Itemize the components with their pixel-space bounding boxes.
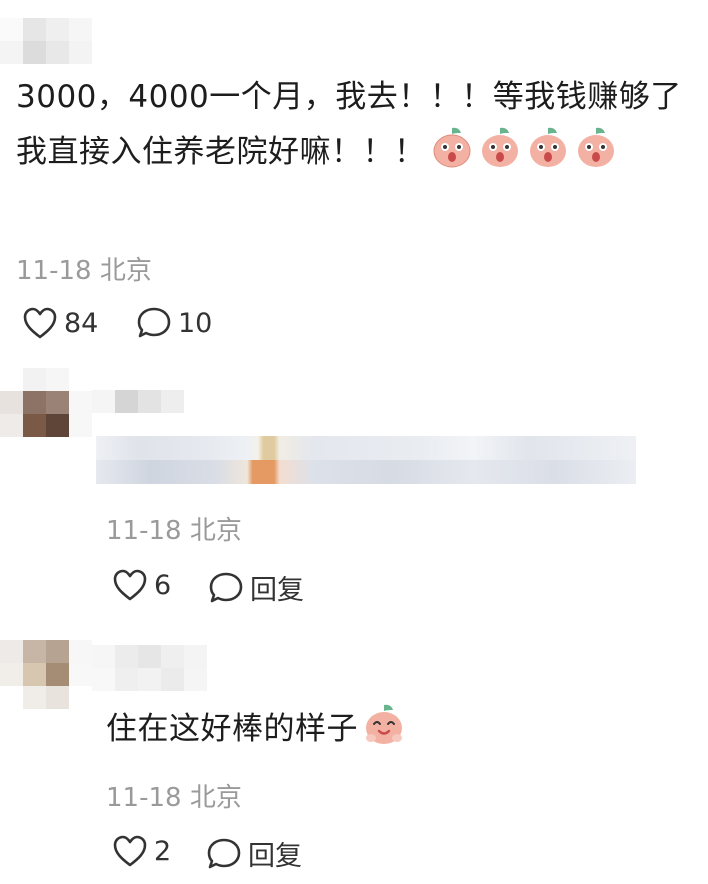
comment-location: 北京 [189,783,242,813]
like-count: 84 [64,307,99,339]
comment-meta: 11-18 北京 [16,250,152,287]
comment-text: 住在这好棒的样子 [106,702,666,757]
comment-location: 北京 [189,516,242,546]
comment-date: 11-18 [106,516,182,546]
reply-count-button[interactable]: 10 [136,306,212,340]
comment-location: 北京 [99,256,152,286]
comment-meta: 11-18 北京 [106,777,242,814]
heart-icon [23,307,57,339]
comment-date: 11-18 [106,783,182,813]
comment-text-content: 住在这好棒的样子 [106,711,358,747]
peach-happy-icon [362,702,406,746]
comment-text-blurred [96,436,636,484]
comment-text: 3000，4000一个月，我去！！！等我钱赚够了我直接入住养老院好嘛！！！ [16,70,696,180]
reply-label: 回复 [248,841,302,872]
comment-bubble-icon [207,838,241,868]
like-button[interactable]: 2 [112,834,171,868]
like-button[interactable]: 6 [112,568,171,602]
peach-shocked-icon [430,125,474,169]
like-count: 6 [154,569,172,601]
heart-icon [113,835,147,867]
reply-button[interactable]: 回复 [206,834,302,873]
like-count: 2 [154,835,172,867]
peach-shocked-icon [526,125,570,169]
comment-date: 11-18 [16,256,92,286]
like-button[interactable]: 84 [22,306,98,340]
comment-bubble-icon [137,307,171,338]
comment-meta: 11-18 北京 [106,510,242,547]
username-blurred[interactable] [92,645,207,691]
reply-label: 回复 [250,575,304,606]
heart-icon [113,569,147,601]
avatar[interactable] [0,640,92,712]
peach-shocked-icon [478,125,522,169]
reply-count: 10 [178,307,213,339]
peach-shocked-icon [574,125,618,169]
reply-button[interactable]: 回复 [208,568,304,607]
avatar[interactable] [0,368,92,448]
username-blurred[interactable] [92,390,184,413]
username-blurred[interactable] [0,18,100,64]
comment-bubble-icon [209,572,243,602]
